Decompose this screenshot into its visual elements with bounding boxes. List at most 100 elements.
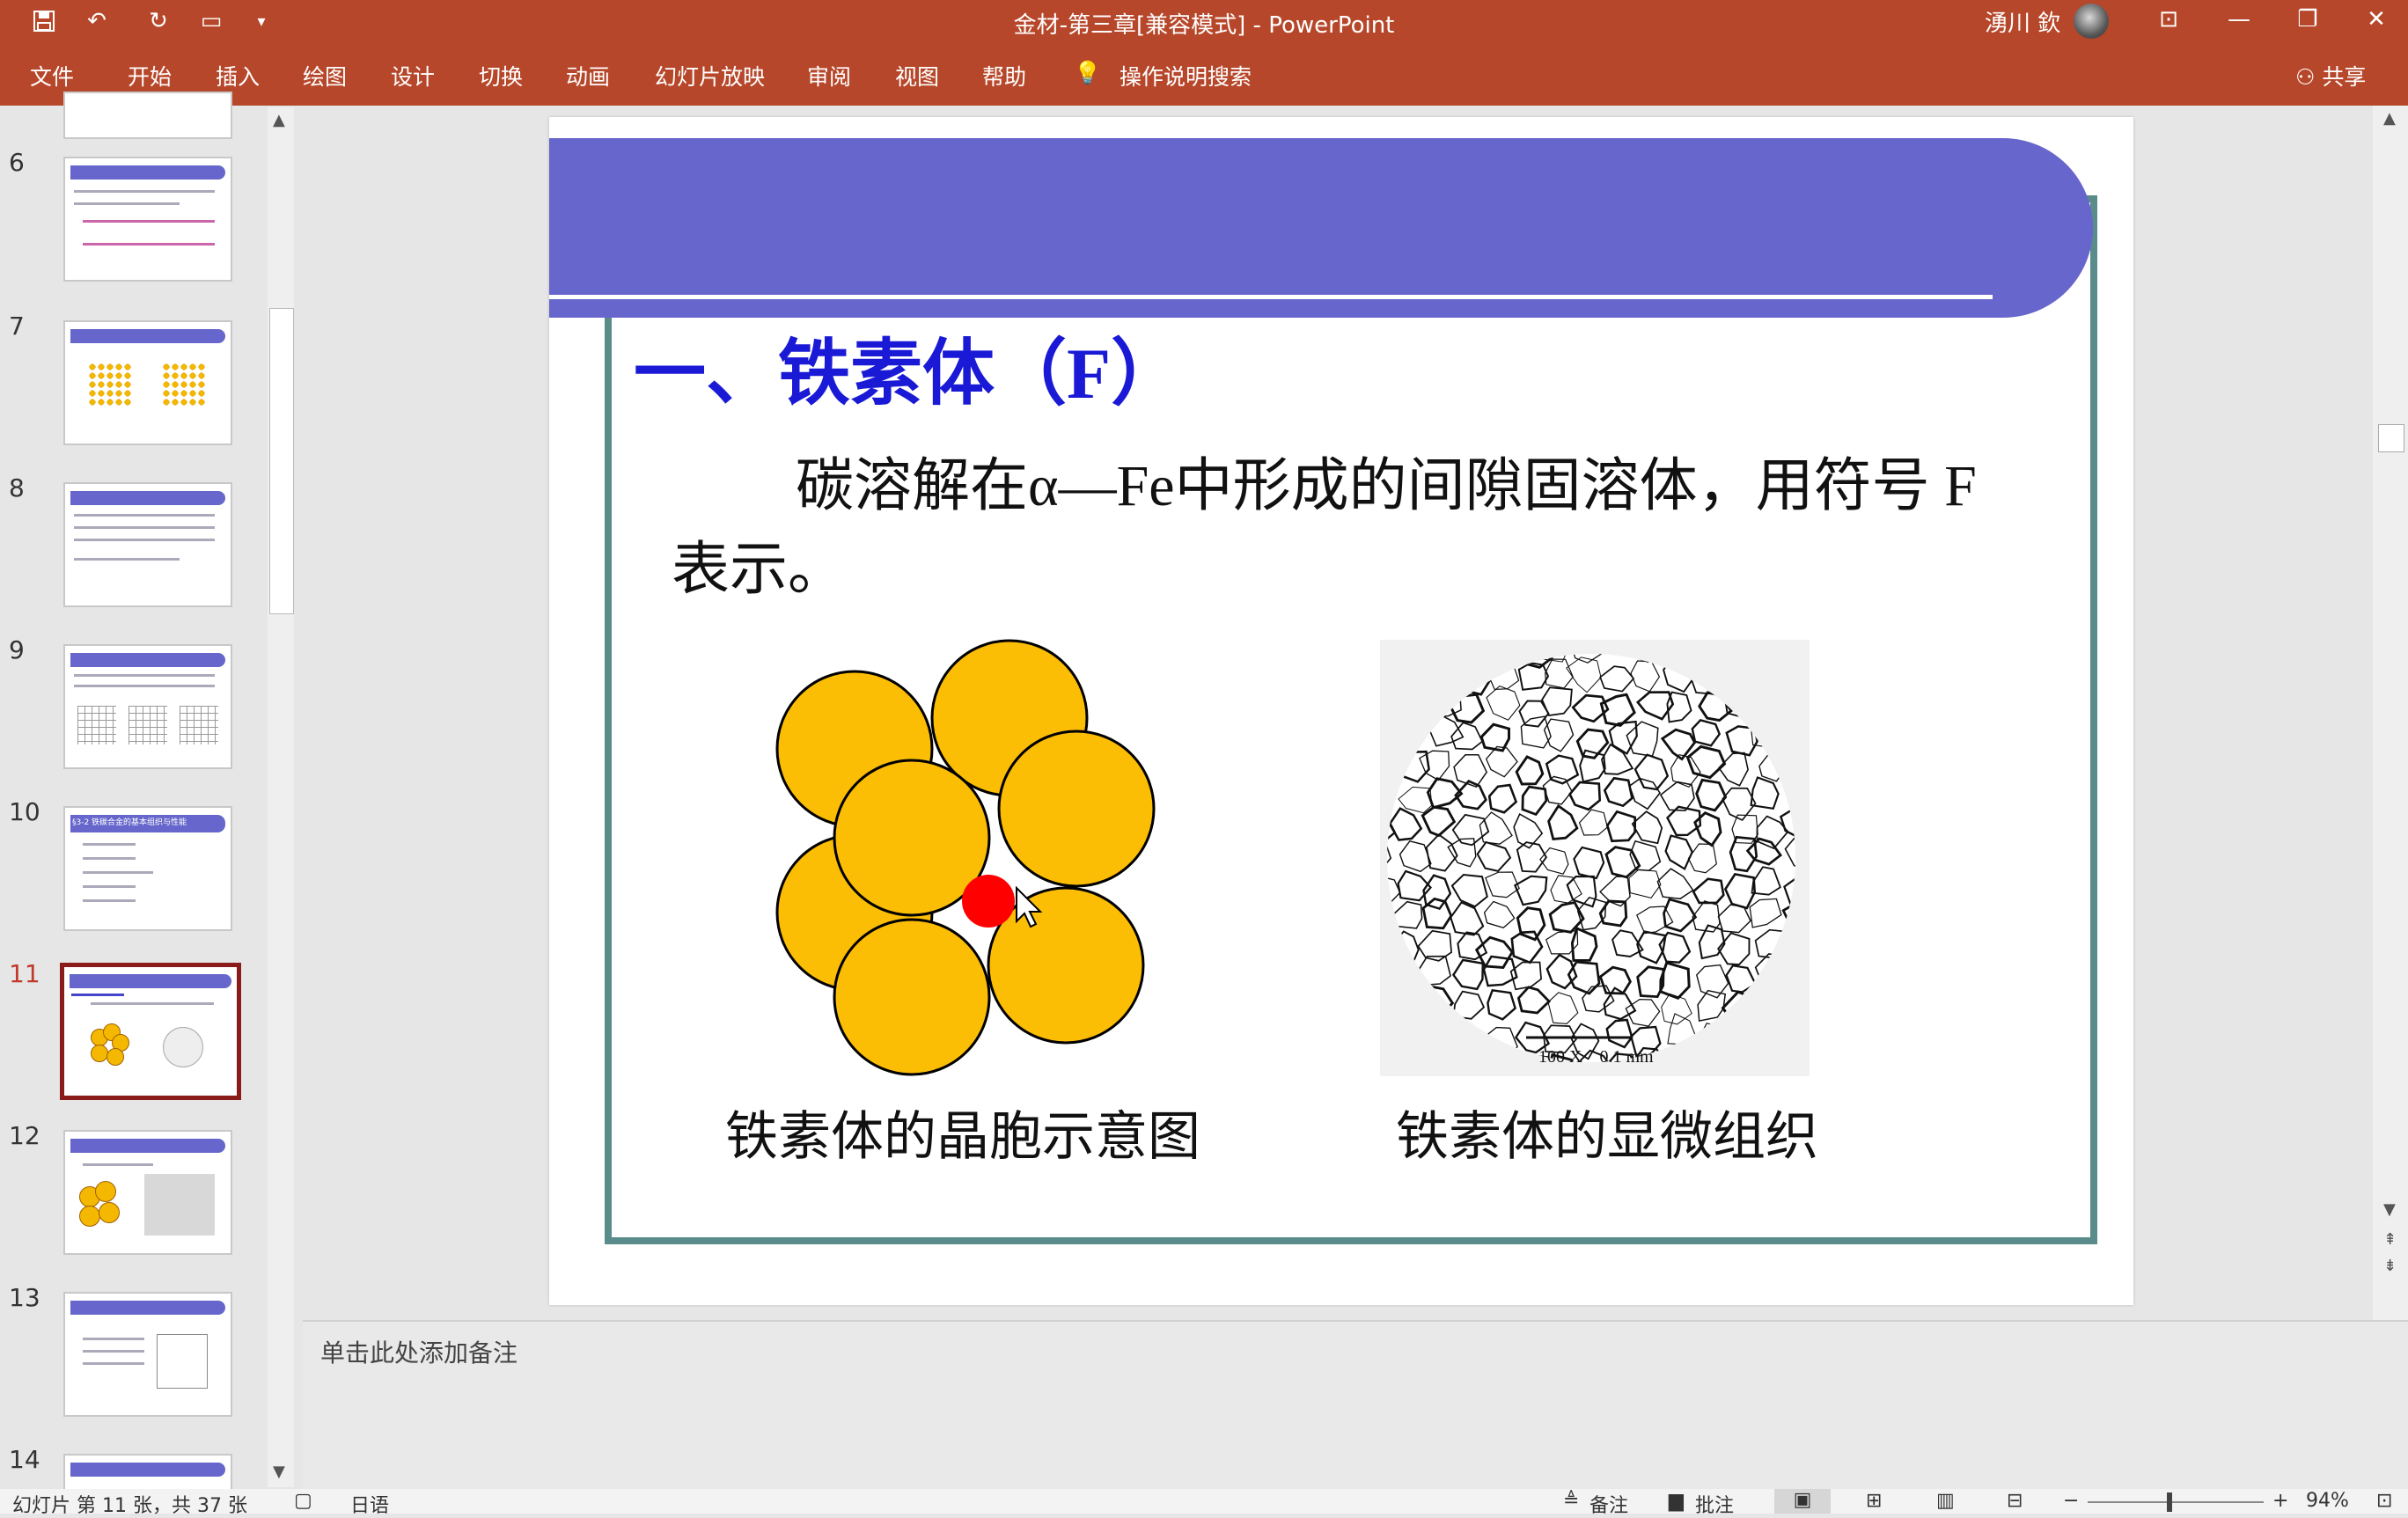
thumb-micrograph [144, 1174, 215, 1236]
tab-slideshow[interactable]: 幻灯片放映 [655, 60, 765, 92]
slide-thumbnail-10[interactable]: §3-2 铁碳合金的基本组织与性能 [63, 806, 232, 931]
thumb-text-line [74, 674, 215, 677]
thumb-text-line [74, 202, 180, 205]
tab-view[interactable]: 视图 [895, 60, 939, 92]
slide-thumbnail-5[interactable] [63, 92, 232, 139]
share-button[interactable]: ⚇ 共享 [2295, 60, 2366, 92]
ferrite-micrograph: 100 X 0.1 mm [1380, 640, 1810, 1076]
slide-thumbnail-8[interactable] [63, 482, 232, 607]
thumb-text-line [71, 994, 124, 996]
thumbnail-scrollbar-thumb[interactable] [269, 308, 294, 614]
thumb-text-line [74, 539, 215, 541]
fit-slide-icon[interactable]: ⊡ [2376, 1490, 2392, 1512]
user-avatar[interactable] [2074, 4, 2109, 39]
thumb-text-line [83, 243, 215, 246]
slide-thumbnail-6[interactable] [63, 157, 232, 282]
spelling-check-icon[interactable]: ▢ [294, 1490, 312, 1512]
user-name[interactable]: 湧川 欽 [1985, 5, 2060, 38]
zoom-out-icon[interactable]: − [2063, 1490, 2079, 1512]
slide-number-active: 11 [9, 959, 40, 988]
thumb-text-line [91, 1002, 214, 1005]
thumb-text-line [74, 526, 215, 529]
thumb-atom [106, 1048, 124, 1066]
tab-draw[interactable]: 绘图 [303, 60, 347, 92]
thumb-atom [79, 1206, 100, 1227]
tab-file[interactable]: 文件 [30, 60, 74, 92]
reading-view-icon[interactable]: ▥ [1936, 1490, 1955, 1512]
slideshow-view-icon[interactable]: ⊟ [2007, 1490, 2023, 1512]
scroll-down-icon[interactable]: ▼ [273, 1463, 285, 1481]
current-slide[interactable]: 100 X 0.1 mm 一、铁素体（F） 碳溶解在α—Fe中形成的间隙固溶体，… [549, 117, 2133, 1305]
thumb-text-line [83, 1163, 153, 1166]
scroll-down-icon[interactable]: ▼ [2383, 1200, 2396, 1219]
slide-thumbnail-9[interactable] [63, 644, 232, 769]
thumb-title-bar [70, 165, 225, 180]
scroll-up-icon[interactable]: ▲ [2383, 109, 2396, 128]
tab-transitions[interactable]: 切换 [479, 60, 523, 92]
slide-number: 10 [9, 797, 40, 826]
scroll-up-icon[interactable]: ▲ [273, 111, 285, 129]
person-icon: ⚇ [2295, 64, 2316, 90]
slide-number: 13 [9, 1283, 40, 1312]
slide-body-line-2[interactable]: 表示。 [672, 522, 846, 606]
slide-body-line-1[interactable]: 碳溶解在α—Fe中形成的间隙固溶体，用符号 F [796, 438, 1977, 523]
language-status[interactable]: 日语 [350, 1490, 389, 1518]
tell-me-search[interactable]: 操作说明搜索 [1120, 60, 1252, 92]
caption-unit-cell[interactable]: 铁素体的晶胞示意图 [725, 1094, 1200, 1170]
slide-number: 14 [9, 1445, 40, 1474]
slide-thumbnail-12[interactable] [63, 1130, 232, 1255]
thumb-text-line [83, 1362, 144, 1365]
slide-thumbnail-pane[interactable]: 6 7 8 9 10 §3-2 铁碳合金的基本组织与性能 11 12 13 14 [0, 92, 303, 1496]
thumb-text-line [83, 1350, 144, 1353]
slide-count-status[interactable]: 幻灯片 第 11 张，共 37 张 [12, 1490, 247, 1518]
share-label: 共享 [2322, 64, 2367, 90]
ribbon-display-options-icon[interactable]: ⊡ [2133, 0, 2204, 39]
slide-number: 6 [9, 148, 25, 177]
zoom-slider[interactable] [2088, 1501, 2264, 1503]
thumb-title-bar [70, 1463, 225, 1477]
thumb-title-text: §3-2 铁碳合金的基本组织与性能 [72, 818, 187, 827]
restore-button[interactable]: ❐ [2272, 0, 2343, 39]
tab-home[interactable]: 开始 [128, 60, 172, 92]
editor-scrollbar-thumb[interactable] [2378, 424, 2404, 452]
slide-heading[interactable]: 一、铁素体（F） [634, 314, 1183, 419]
normal-view-icon[interactable]: ▣ [1774, 1489, 1831, 1514]
title-bar-stripe [549, 295, 1993, 299]
thumb-lattice [128, 706, 167, 744]
thumb-text-line [83, 899, 136, 902]
slide-thumbnail-7[interactable] [63, 320, 232, 445]
tab-animations[interactable]: 动画 [566, 60, 610, 92]
tab-review[interactable]: 审阅 [807, 60, 851, 92]
notes-toggle-button[interactable]: 备注 [1589, 1490, 1628, 1518]
thumb-text-line [83, 871, 153, 874]
next-slide-icon[interactable]: ⇟ [2383, 1257, 2397, 1275]
comments-icon: ▆ [1669, 1490, 1684, 1512]
iron-atom [997, 730, 1156, 888]
slide-sorter-view-icon[interactable]: ⊞ [1866, 1490, 1882, 1512]
tab-insert[interactable]: 插入 [216, 60, 260, 92]
thumb-grid-right [162, 363, 206, 407]
slide-thumbnail-11-active[interactable] [60, 963, 241, 1100]
caption-micrograph[interactable]: 铁素体的显微组织 [1396, 1094, 1818, 1170]
slide-number: 8 [9, 473, 25, 502]
notes-toggle-icon: ≜ [1563, 1490, 1580, 1512]
zoom-in-icon[interactable]: + [2272, 1490, 2288, 1512]
slide-thumbnail-13[interactable] [63, 1292, 232, 1417]
notes-placeholder[interactable]: 单击此处添加备注 [320, 1334, 518, 1369]
thumb-grid-left [88, 363, 132, 407]
zoom-slider-handle[interactable] [2167, 1492, 2172, 1512]
tab-help[interactable]: 帮助 [982, 60, 1026, 92]
notes-pane[interactable]: 单击此处添加备注 [303, 1320, 2408, 1491]
minimize-button[interactable]: — [2204, 0, 2274, 39]
close-button[interactable]: ✕ [2341, 0, 2408, 39]
thumb-title-bar [70, 653, 225, 667]
previous-slide-icon[interactable]: ⇞ [2383, 1230, 2397, 1249]
title-bar: ↶ ↻ ▭ ▾ 金材-第三章[兼容模式] - PowerPoint 湧川 欽 ⊡… [0, 0, 2408, 42]
thumb-atom [95, 1181, 116, 1202]
thumb-text-line [83, 220, 215, 223]
zoom-level[interactable]: 94% [2306, 1490, 2349, 1512]
editor-scrollbar[interactable]: ▲ ▼ ⇞ ⇟ [2373, 106, 2408, 1320]
tab-design[interactable]: 设计 [391, 60, 435, 92]
comments-toggle-button[interactable]: 批注 [1695, 1490, 1734, 1518]
iron-atom [833, 918, 991, 1076]
